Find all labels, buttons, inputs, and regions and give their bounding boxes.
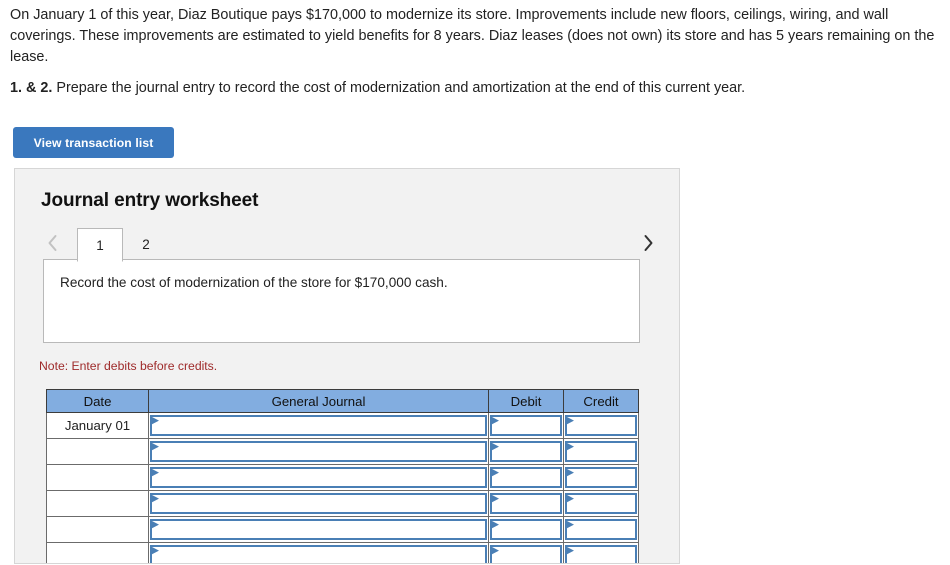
credit-input[interactable]: [563, 542, 639, 563]
general-journal-input[interactable]: [148, 490, 489, 517]
next-entry-button[interactable]: [637, 230, 659, 256]
table-row: [46, 516, 639, 543]
debit-input[interactable]: [488, 438, 564, 465]
instruction-body: Prepare the journal entry to record the …: [52, 80, 746, 96]
cell-marker-icon: [567, 547, 575, 556]
cell-marker-icon: [492, 495, 500, 504]
cell-marker-icon: [492, 521, 500, 530]
credit-input[interactable]: [563, 516, 639, 543]
worksheet-tabstrip: 1 2: [15, 225, 679, 262]
general-journal-input[interactable]: [148, 542, 489, 563]
cell-marker-icon: [492, 417, 500, 426]
credit-input[interactable]: [563, 490, 639, 517]
column-header-general-journal: General Journal: [148, 389, 489, 413]
debit-input[interactable]: [488, 542, 564, 563]
debit-input[interactable]: [488, 412, 564, 439]
general-journal-input[interactable]: [148, 516, 489, 543]
prev-entry-button[interactable]: [41, 230, 63, 256]
journal-entry-table: Date General Journal Debit Credit Januar…: [46, 389, 639, 563]
general-journal-input[interactable]: [148, 412, 489, 439]
journal-entry-worksheet-panel: Journal entry worksheet 1 2 Record the c…: [14, 168, 680, 564]
cell-marker-icon: [567, 469, 575, 478]
date-cell[interactable]: [46, 490, 149, 517]
entry-description-box: Record the cost of modernization of the …: [43, 259, 640, 343]
chevron-left-icon: [47, 234, 58, 252]
chevron-right-icon: [643, 234, 654, 252]
cell-marker-icon: [152, 495, 160, 504]
cell-marker-icon: [567, 443, 575, 452]
table-header-row: Date General Journal Debit Credit: [46, 389, 639, 413]
date-cell[interactable]: [46, 542, 149, 563]
credit-input[interactable]: [563, 464, 639, 491]
entry-tabs: 1 2: [77, 227, 169, 262]
cell-marker-icon: [152, 469, 160, 478]
table-row: [46, 542, 639, 563]
table-row: [46, 490, 639, 517]
debits-before-credits-note: Note: Enter debits before credits.: [39, 359, 218, 373]
general-journal-input[interactable]: [148, 438, 489, 465]
date-cell[interactable]: [46, 438, 149, 465]
table-row: [46, 438, 639, 465]
instruction-lead: 1. & 2.: [10, 80, 53, 96]
column-header-date: Date: [46, 389, 149, 413]
date-cell[interactable]: January 01: [46, 412, 149, 439]
cell-marker-icon: [152, 547, 160, 556]
view-transaction-list-button[interactable]: View transaction list: [13, 127, 174, 158]
cell-marker-icon: [567, 495, 575, 504]
debit-input[interactable]: [488, 516, 564, 543]
column-header-credit: Credit: [563, 389, 639, 413]
date-cell[interactable]: [46, 464, 149, 491]
tab-entry-1[interactable]: 1: [77, 228, 123, 262]
cell-marker-icon: [567, 417, 575, 426]
date-cell[interactable]: [46, 516, 149, 543]
tab-entry-2[interactable]: 2: [123, 227, 169, 261]
cell-marker-icon: [152, 521, 160, 530]
entry-description-text: Record the cost of modernization of the …: [60, 275, 448, 290]
cell-marker-icon: [152, 417, 160, 426]
table-row: January 01: [46, 412, 639, 439]
debit-input[interactable]: [488, 464, 564, 491]
general-journal-input[interactable]: [148, 464, 489, 491]
credit-input[interactable]: [563, 438, 639, 465]
debit-input[interactable]: [488, 490, 564, 517]
credit-input[interactable]: [563, 412, 639, 439]
column-header-debit: Debit: [488, 389, 564, 413]
page-title: Journal entry worksheet: [41, 190, 259, 211]
instruction-line: 1. & 2. Prepare the journal entry to rec…: [10, 78, 938, 98]
cell-marker-icon: [492, 469, 500, 478]
journal-entry-table-body: January 01: [46, 412, 639, 563]
cell-marker-icon: [492, 443, 500, 452]
cell-marker-icon: [152, 443, 160, 452]
cell-marker-icon: [492, 547, 500, 556]
table-row: [46, 464, 639, 491]
cell-marker-icon: [567, 521, 575, 530]
problem-statement: On January 1 of this year, Diaz Boutique…: [10, 7, 935, 65]
